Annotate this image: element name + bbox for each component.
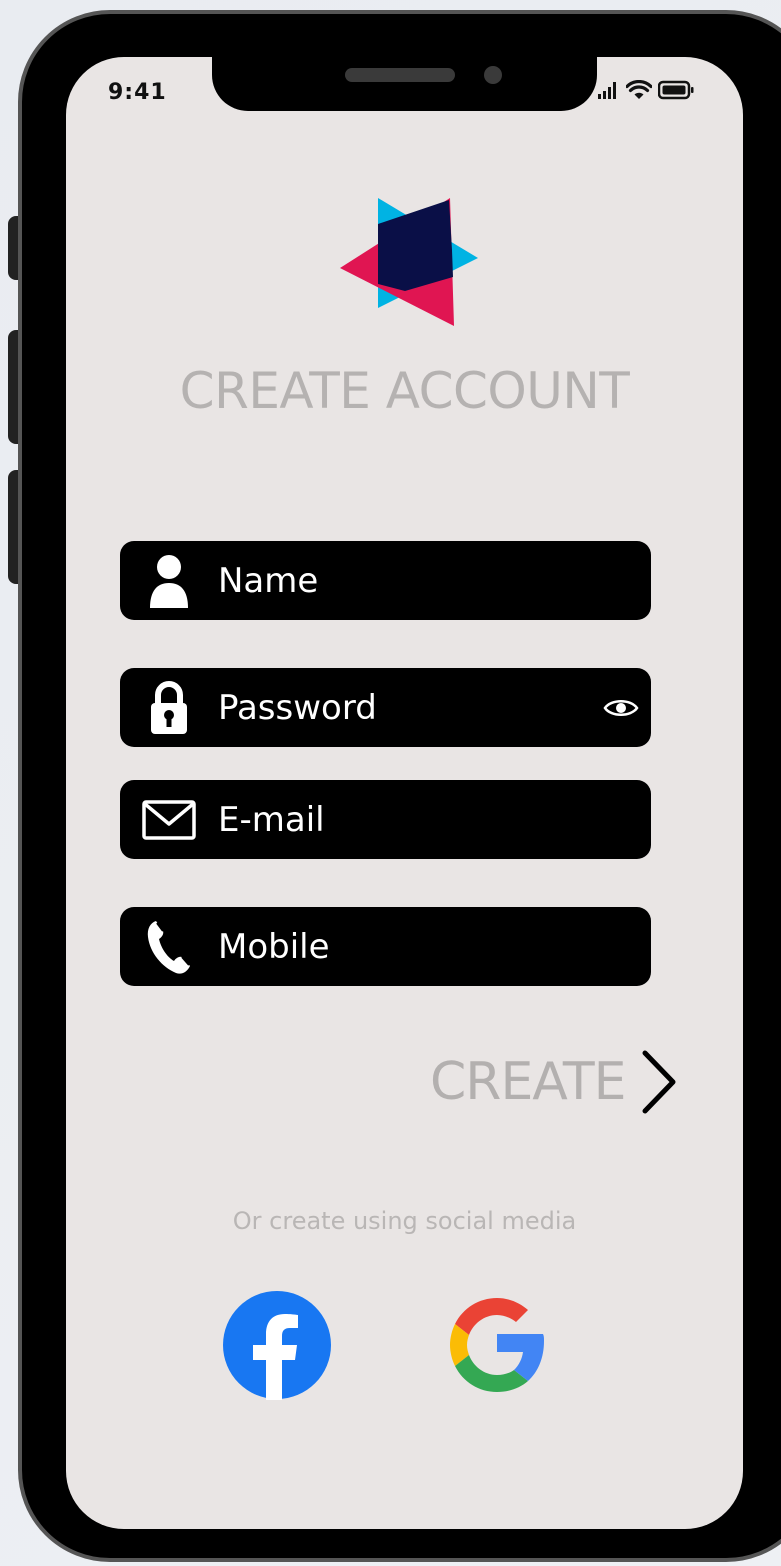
create-label: CREATE	[430, 1052, 626, 1112]
eye-icon[interactable]	[599, 691, 643, 725]
battery-icon	[658, 80, 694, 100]
mobile-input[interactable]	[218, 907, 598, 986]
create-button[interactable]: CREATE	[430, 1042, 679, 1122]
phone-icon	[142, 920, 196, 974]
chevron-right-icon	[642, 1050, 676, 1114]
lock-icon	[142, 680, 196, 735]
device-canvas: 9:41 CREATE ACCOUNT Name E-mail Mobile C…	[0, 0, 781, 1566]
email-field	[120, 780, 651, 859]
wifi-icon	[626, 80, 652, 99]
notch	[212, 57, 597, 111]
password-field	[120, 668, 651, 747]
envelope-icon	[142, 793, 196, 847]
name-input[interactable]	[218, 541, 598, 620]
page-title: CREATE ACCOUNT	[179, 362, 630, 420]
signal-icon	[598, 82, 616, 99]
email-input[interactable]	[218, 780, 598, 859]
password-input[interactable]	[218, 668, 598, 747]
social-prompt: Or create using social media	[232, 1207, 577, 1235]
status-icons	[598, 80, 694, 100]
facebook-login-button[interactable]	[222, 1290, 332, 1400]
mobile-field	[120, 907, 651, 986]
speaker-grille	[345, 68, 455, 82]
name-field	[120, 541, 651, 620]
google-login-button[interactable]	[442, 1290, 552, 1400]
front-camera	[484, 66, 502, 84]
status-time: 9:41	[108, 80, 167, 105]
person-icon	[142, 554, 196, 608]
app-logo	[340, 198, 478, 326]
